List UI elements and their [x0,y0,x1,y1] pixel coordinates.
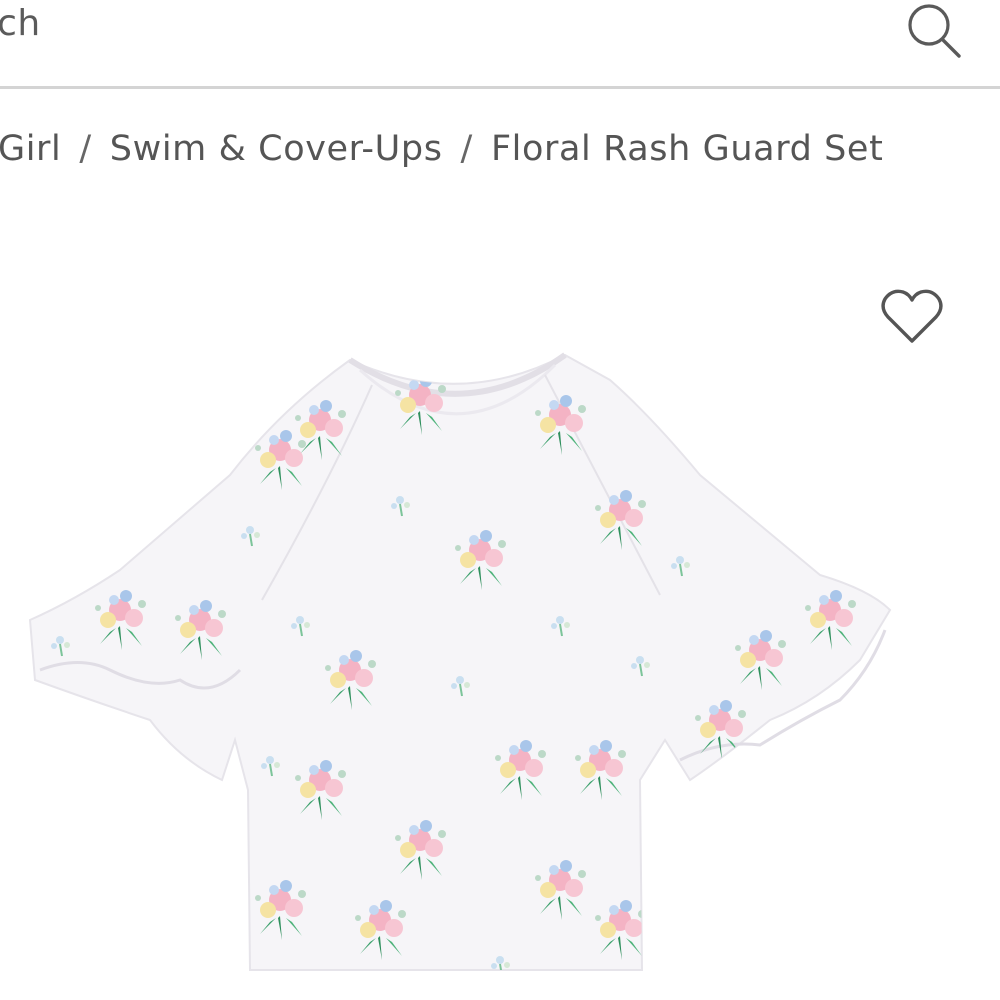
search-bar[interactable]: arch [0,0,1000,89]
search-icon [908,4,961,58]
breadcrumb-link-swim-cover-ups[interactable]: Swim & Cover-Ups [110,129,443,169]
breadcrumb: Girl / Swim & Cover-Ups / Floral Rash Guard … [0,124,883,174]
breadcrumb-separator: / [79,129,92,169]
search-button[interactable] [900,0,970,64]
breadcrumb-current-page: Floral Rash Guard Set [490,129,884,169]
wishlist-button[interactable] [876,284,948,350]
product-page: arch Girl / Swim & Cover-Ups / Floral Rash G… [0,0,1000,1000]
breadcrumb-link-girl[interactable]: Girl [0,129,61,169]
search-input-text[interactable]: arch [0,2,41,46]
breadcrumb-separator: / [460,129,473,169]
heart-outline-icon [881,289,943,343]
floral-rash-guard-image [28,352,892,971]
product-image[interactable] [0,200,1000,1000]
